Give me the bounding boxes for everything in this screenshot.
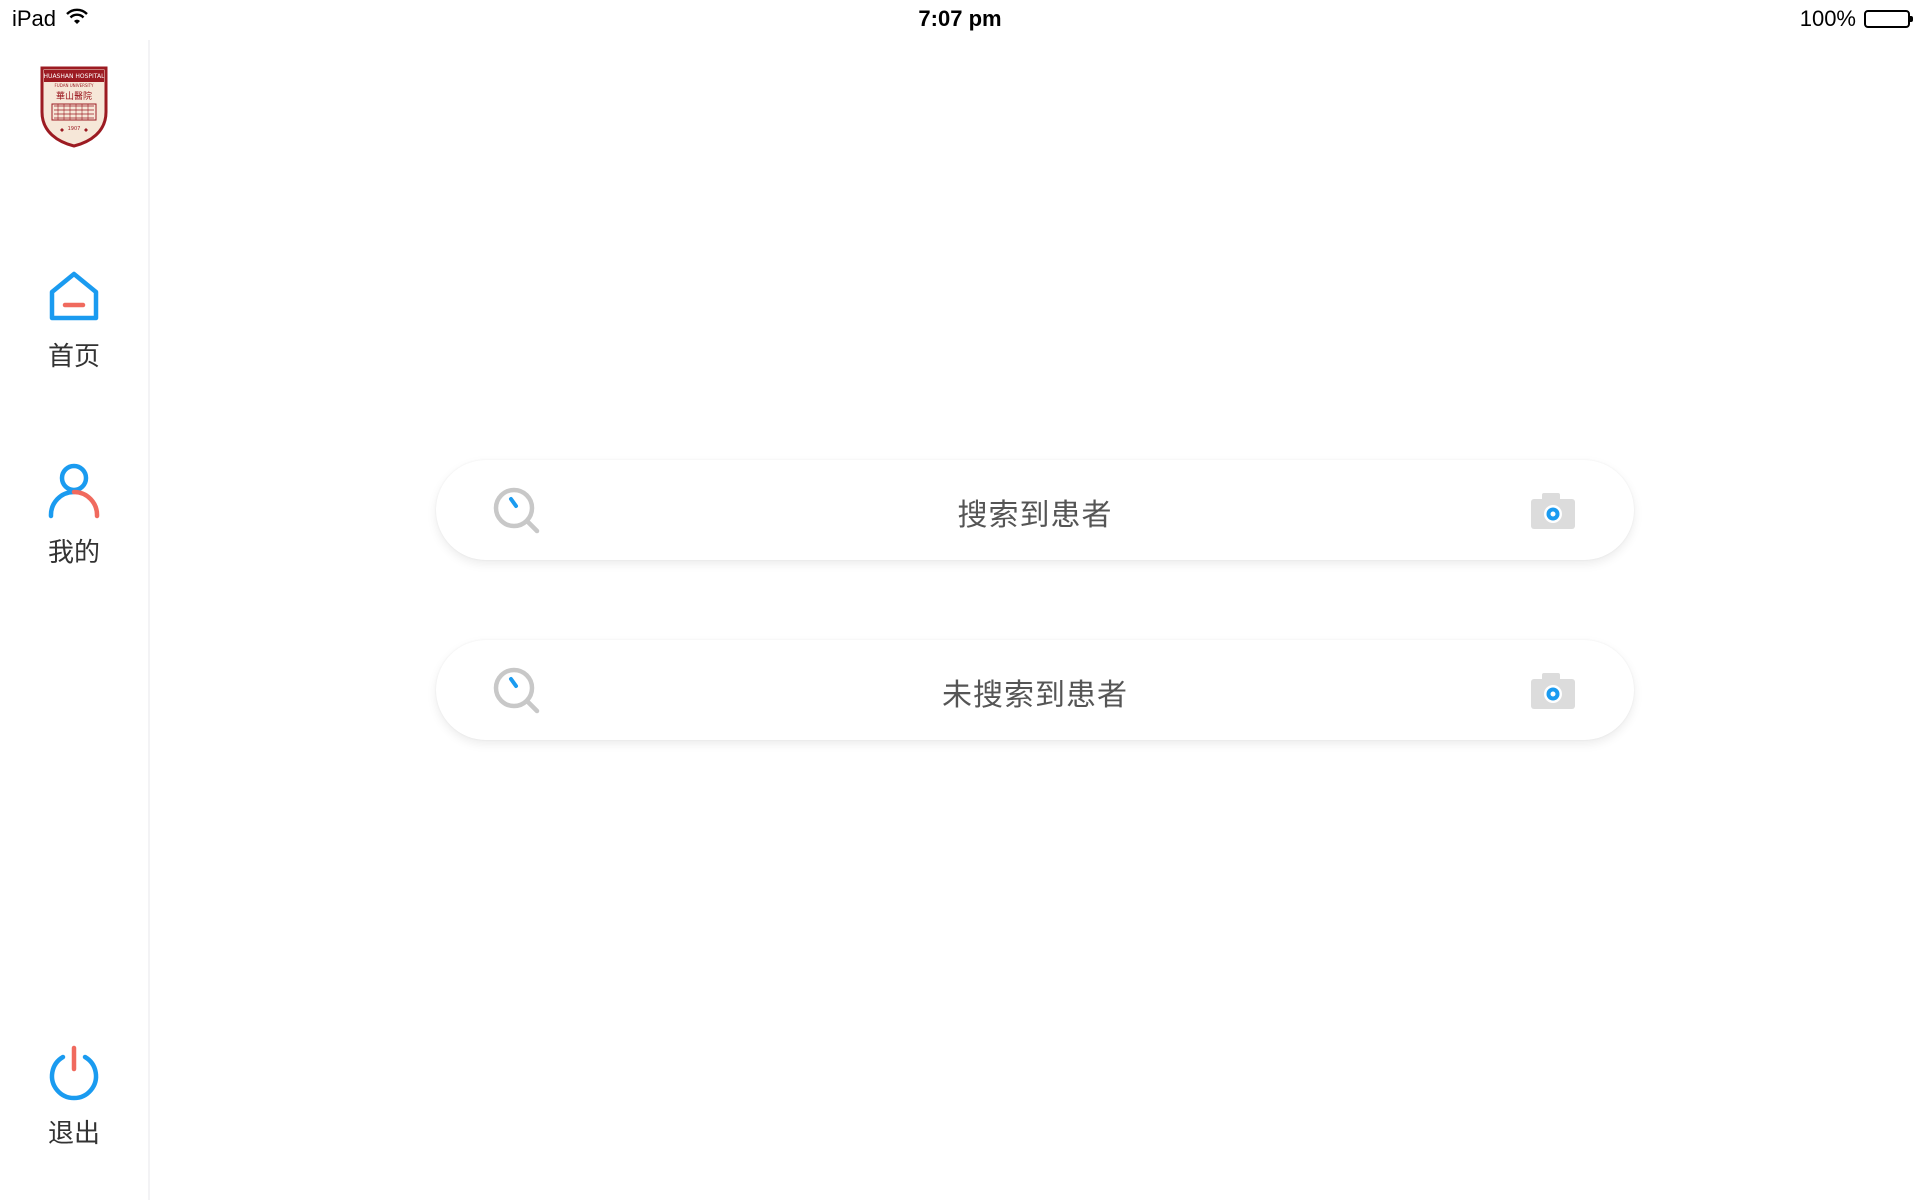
card-label: 搜索到患者 — [957, 498, 1113, 533]
huashan-hospital-logo: HUASHAN HOSPITAL FUDAN UNIVERSITY 華山醫院 1… — [40, 66, 108, 148]
battery-tip — [1910, 16, 1913, 22]
search-not-found-patient-button[interactable]: 未搜索到患者 — [436, 640, 1634, 740]
status-right: 100% — [1799, 6, 1913, 32]
camera-icon[interactable] — [1528, 490, 1578, 532]
svg-text:FUDAN UNIVERSITY: FUDAN UNIVERSITY — [55, 83, 95, 88]
app-root: iPad 7:07 pm 100% HUASHAN HOSPITAL FUDAN… — [0, 0, 1920, 1200]
home-icon — [47, 270, 101, 328]
sidebar-item-home[interactable]: 首页 — [0, 270, 148, 373]
svg-text:華山醫院: 華山醫院 — [56, 90, 92, 102]
sidebar-item-label: 首页 — [47, 342, 100, 372]
camera-icon[interactable] — [1528, 670, 1578, 712]
status-time: 7:07 pm — [918, 6, 1002, 31]
svg-text:1907: 1907 — [68, 126, 81, 132]
user-icon — [47, 462, 101, 524]
sidebar: HUASHAN HOSPITAL FUDAN UNIVERSITY 華山醫院 1… — [0, 40, 150, 1200]
sidebar-item-mine[interactable]: 我的 — [0, 462, 148, 569]
svg-text:HUASHAN HOSPITAL: HUASHAN HOSPITAL — [44, 73, 106, 80]
battery-percent: 100% — [1799, 6, 1856, 31]
search-found-patient-button[interactable]: 搜索到患者 — [436, 460, 1634, 560]
power-icon — [47, 1045, 101, 1105]
sidebar-item-label: 我的 — [47, 538, 100, 568]
card-label: 未搜索到患者 — [942, 678, 1128, 713]
sidebar-item-label: 退出 — [47, 1119, 100, 1149]
battery-icon — [1864, 10, 1913, 28]
status-bar: iPad 7:07 pm 100% — [0, 0, 1920, 40]
sidebar-item-exit[interactable]: 退出 — [0, 1045, 148, 1150]
